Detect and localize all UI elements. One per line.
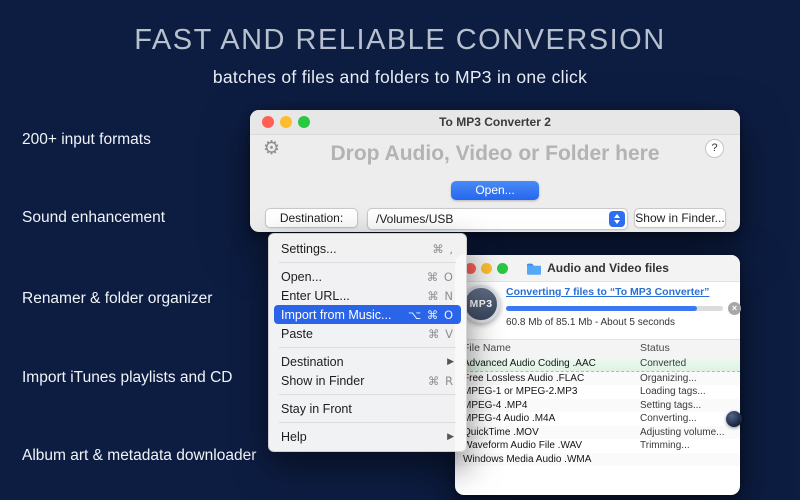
menu-item-shortcut: ▶	[447, 356, 454, 367]
progress-bar	[506, 306, 723, 311]
page-title: FAST AND RELIABLE CONVERSION	[134, 24, 666, 56]
menu-item[interactable]: Import from Music... ⌥ ⌘ O	[274, 305, 461, 324]
file-name-cell: Windows Media Audio .WMA	[463, 453, 592, 465]
menu-item-shortcut: ⌘ V	[427, 326, 454, 341]
stepper-icon	[609, 211, 625, 227]
menu-item[interactable]: Enter URL... ⌘ N	[274, 286, 461, 305]
menu-item-label: Paste	[281, 326, 313, 341]
file-status-cell: Trimming...	[640, 440, 690, 451]
menu-item-label: Help	[281, 429, 307, 444]
menu-item-label: Destination	[281, 354, 344, 369]
feature-item: Import iTunes playlists and CD	[22, 369, 233, 386]
show-in-finder-button[interactable]: Show in Finder...	[634, 208, 726, 228]
page-background: FAST AND RELIABLE CONVERSION batches of …	[0, 0, 800, 500]
progress-detail: 60.8 Mb of 85.1 Mb - About 5 seconds	[506, 317, 675, 328]
menu-item[interactable]: Show in Finder ⌘ R	[274, 371, 461, 390]
file-name-cell: Waveform Audio File .WAV	[463, 440, 583, 451]
table-header: File Name Status	[455, 339, 740, 358]
folder-icon	[527, 263, 542, 275]
file-status-cell: Converting...	[640, 413, 697, 424]
menu-item[interactable]: Stay in Front	[274, 399, 461, 418]
menu-item-label: Open...	[281, 269, 322, 284]
menu-item[interactable]: Open... ⌘ O	[274, 267, 461, 286]
menu-separator	[279, 394, 456, 395]
column-header-status[interactable]: Status	[640, 342, 670, 354]
table-row[interactable]: MPEG-1 or MPEG-2.MP3 Loading tags...	[455, 385, 740, 399]
mp3-badge-icon: MP3	[462, 285, 500, 323]
menu-item[interactable]: Paste ⌘ V	[274, 324, 461, 343]
window-titlebar: Audio and Video files	[455, 255, 740, 282]
file-list: Advanced Audio Coding .AAC Converted Fre…	[455, 357, 740, 466]
file-name-cell: Free Lossless Audio .FLAC	[463, 372, 585, 384]
destination-button[interactable]: Destination:	[265, 208, 358, 228]
menu-item-label: Stay in Front	[281, 401, 352, 416]
table-row[interactable]: Windows Media Audio .WMA	[455, 452, 740, 466]
menu-item-label: Settings...	[281, 241, 337, 256]
window-title-group: Audio and Video files	[455, 255, 740, 281]
file-name-cell: Advanced Audio Coding .AAC	[463, 358, 596, 369]
feature-item: 200+ input formats	[22, 131, 151, 148]
menu-item[interactable]: Help ▶	[274, 427, 461, 446]
file-name-cell: MPEG-1 or MPEG-2.MP3	[463, 386, 578, 397]
file-name-cell: MPEG-4 Audio .M4A	[463, 413, 556, 424]
feature-item: Album art & metadata downloader	[22, 447, 257, 464]
page-subtitle: batches of files and folders to MP3 in o…	[212, 67, 588, 87]
menu-item-shortcut: ▶	[447, 431, 454, 442]
file-name-cell: MPEG-4 .MP4	[463, 399, 528, 411]
menu-item-shortcut: ⌘ O	[426, 269, 454, 284]
open-button[interactable]: Open...	[451, 181, 539, 200]
window-titlebar: To MP3 Converter 2	[250, 110, 740, 135]
drop-zone[interactable]: Drop Audio, Video or Folder here	[290, 142, 700, 170]
file-status-cell: Organizing...	[640, 372, 697, 384]
table-row[interactable]: Free Lossless Audio .FLAC Organizing...	[455, 371, 740, 385]
cancel-button[interactable]: ×	[728, 302, 741, 315]
feature-item: Sound enhancement	[22, 209, 166, 226]
menu-item-shortcut: ⌥ ⌘ O	[407, 307, 454, 322]
menu-item-shortcut: ⌘ ,	[432, 241, 454, 256]
menu-item-label: Enter URL...	[281, 288, 350, 303]
gear-icon[interactable]: ⚙	[263, 139, 280, 158]
menu-item[interactable]: Destination ▶	[274, 352, 461, 371]
menu-item-shortcut: ⌘ N	[427, 288, 454, 303]
file-status-cell: Setting tags...	[640, 399, 702, 411]
menu-separator	[279, 262, 456, 263]
table-row[interactable]: Advanced Audio Coding .AAC Converted	[455, 357, 740, 372]
destination-path: /Volumes/USB	[376, 212, 454, 226]
table-row[interactable]: MPEG-4 .MP4 Setting tags...	[455, 398, 740, 412]
files-window: Audio and Video files MP3 Converting 7 f…	[455, 255, 741, 495]
globe-icon	[726, 411, 742, 427]
menu-item-label: Show in Finder	[281, 373, 365, 388]
menu-item-label: Import from Music...	[281, 307, 392, 322]
file-status-cell: Converted	[640, 358, 687, 369]
file-name-cell: QuickTime .MOV	[463, 426, 539, 438]
menu-separator	[279, 347, 456, 348]
context-menu: Settings... ⌘ , Open... ⌘ O Enter URL...…	[268, 233, 467, 452]
feature-item: Renamer & folder organizer	[22, 290, 213, 307]
window-title: To MP3 Converter 2	[439, 115, 551, 129]
drop-zone-label: Drop Audio, Video or Folder here	[330, 142, 660, 165]
file-status-cell: Adjusting volume...	[640, 426, 725, 438]
table-row[interactable]: QuickTime .MOV Adjusting volume...	[455, 425, 740, 439]
file-status-cell: Loading tags...	[640, 386, 706, 397]
destination-select[interactable]: /Volumes/USB	[367, 208, 628, 230]
help-button[interactable]: ?	[705, 139, 724, 158]
menu-item[interactable]: Settings... ⌘ ,	[274, 239, 461, 258]
conversion-status-link[interactable]: Converting 7 files to “To MP3 Converter”	[506, 286, 709, 298]
table-row[interactable]: Waveform Audio File .WAV Trimming...	[455, 439, 740, 453]
menu-item-shortcut: ⌘ R	[427, 373, 454, 388]
progress-fill	[506, 306, 697, 311]
column-header-file-name[interactable]: File Name	[463, 342, 511, 354]
table-row[interactable]: MPEG-4 Audio .M4A Converting...	[455, 412, 740, 426]
window-title: Audio and Video files	[547, 261, 669, 275]
converter-window: To MP3 Converter 2 ⚙ Drop Audio, Video o…	[250, 110, 740, 232]
menu-separator	[279, 422, 456, 423]
